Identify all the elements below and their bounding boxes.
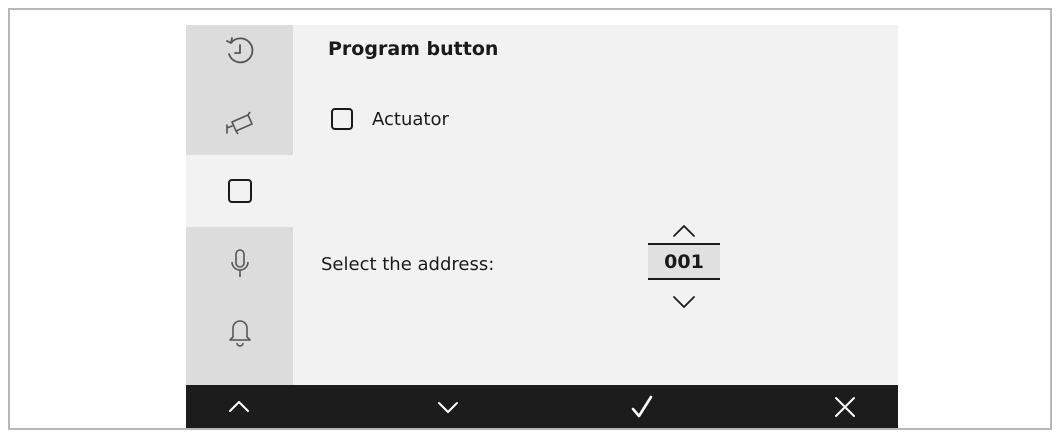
- bell-icon: [228, 320, 251, 347]
- nav-up-button[interactable]: [189, 385, 289, 428]
- camera-icon: [225, 111, 253, 135]
- page-title: Program button: [328, 38, 499, 60]
- device-screen: Program button Actuator Select the addre…: [186, 25, 898, 428]
- actuator-checkbox-row[interactable]: Actuator: [331, 108, 449, 130]
- actuator-checkbox[interactable]: [331, 108, 353, 130]
- bottom-nav-bar: [186, 385, 898, 428]
- close-icon: [835, 396, 855, 417]
- history-icon: [225, 37, 253, 64]
- address-stepper[interactable]: 001: [648, 220, 720, 312]
- confirm-button[interactable]: [592, 385, 692, 428]
- nav-down-button[interactable]: [398, 385, 498, 428]
- sidebar-item-history[interactable]: [186, 15, 293, 87]
- address-label: Select the address:: [321, 254, 495, 275]
- address-decrement-button[interactable]: [648, 291, 720, 313]
- checkmark-icon: [631, 395, 653, 417]
- chevron-up-icon: [229, 400, 249, 412]
- main-content: Program button Actuator Select the addre…: [293, 25, 898, 385]
- chevron-up-icon: [673, 225, 695, 237]
- microphone-icon: [230, 249, 249, 277]
- address-increment-button[interactable]: [648, 220, 720, 242]
- actuator-checkbox-label: Actuator: [372, 108, 449, 130]
- sidebar-item-microphone[interactable]: [186, 228, 293, 300]
- sidebar: [186, 25, 293, 385]
- square-icon: [227, 179, 252, 203]
- sidebar-item-button[interactable]: [186, 155, 293, 227]
- sidebar-item-camera[interactable]: [186, 87, 293, 159]
- cancel-button[interactable]: [795, 385, 895, 428]
- address-value: 001: [648, 243, 720, 280]
- chevron-down-icon: [673, 296, 695, 308]
- sidebar-item-bell[interactable]: [186, 295, 293, 367]
- chevron-down-icon: [438, 401, 458, 413]
